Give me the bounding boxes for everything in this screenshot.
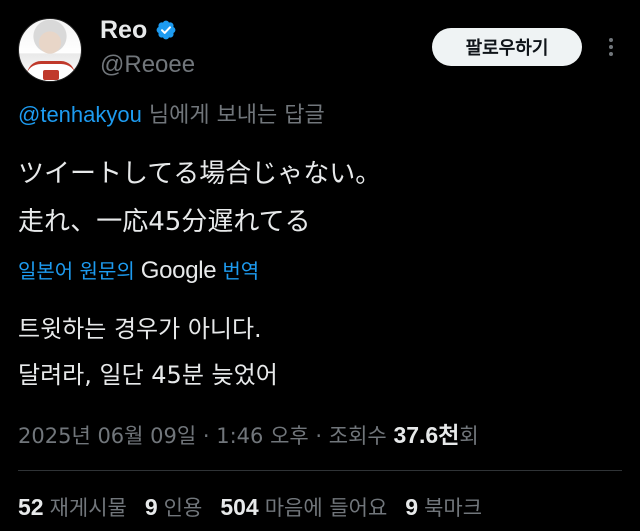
tweet-meta: 2025년 06월 09일 · 1:46 오후 · 조회수 37.6천회 (18, 420, 479, 451)
engagement-stats: 52 재게시물 9 인용 504 마음에 들어요 9 북마크 (18, 490, 482, 525)
translation-suffix: 번역 (222, 259, 260, 283)
author-handle[interactable]: @Reoee (100, 48, 195, 82)
quotes-stat[interactable]: 9 인용 (145, 490, 202, 525)
retweets-stat[interactable]: 52 재게시물 (18, 490, 127, 525)
reply-mention-link[interactable]: @tenhakyou (18, 102, 142, 127)
author-name[interactable]: Reo (100, 14, 177, 46)
reply-context: @tenhakyou 님에게 보내는 답글 (18, 100, 325, 131)
likes-count: 504 (220, 494, 259, 520)
quotes-count: 9 (144, 494, 158, 520)
translation-prefix: 일본어 원문의 (18, 259, 135, 283)
more-options-icon[interactable] (600, 32, 622, 62)
retweets-count: 52 (18, 494, 44, 520)
avatar[interactable] (18, 18, 82, 82)
likes-stat[interactable]: 504 마음에 들어요 (220, 490, 387, 525)
tweet-time[interactable]: 1:46 오후 (216, 424, 308, 448)
views-count: 37.6천 (393, 422, 460, 448)
tweet-text-line-2: 走れ、一応45分遅れてる (18, 207, 311, 237)
translated-text: 트윗하는 경우가 아니다. 달려라, 일단 45분 늦었어 (18, 306, 278, 398)
tweet-date[interactable]: 2025년 06월 09일 (18, 424, 196, 448)
meta-separator: · (202, 424, 217, 448)
meta-separator: · (315, 424, 329, 448)
bookmarks-count: 9 (405, 494, 419, 520)
author-info: Reo @Reoee (100, 14, 195, 82)
translated-text-line-2: 달려라, 일단 45분 늦었어 (18, 361, 278, 389)
quotes-label: 인용 (163, 496, 203, 520)
author-display-name[interactable]: Reo (100, 14, 147, 46)
avatar-jersey (27, 61, 75, 81)
translated-text-line-1: 트윗하는 경우가 아니다. (18, 315, 262, 343)
google-logo: Google (140, 257, 217, 284)
reply-context-label: 님에게 보내는 답글 (141, 103, 325, 128)
follow-button[interactable]: 팔로우하기 (432, 28, 582, 66)
views-unit: 회 (459, 424, 479, 448)
likes-label: 마음에 들어요 (264, 496, 388, 520)
retweets-label: 재게시물 (49, 496, 127, 520)
verified-badge-icon (156, 20, 176, 40)
tweet-header: Reo @Reoee 팔로우하기 (18, 14, 622, 84)
tweet-text: ツイートしてる場合じゃない。 走れ、一応45分遅れてる (18, 150, 381, 246)
bookmarks-stat[interactable]: 9 북마크 (405, 490, 482, 525)
translation-attribution[interactable]: 일본어 원문의 Google 번역 (18, 256, 259, 286)
views-label: 조회수 (328, 424, 387, 448)
divider (18, 470, 622, 471)
tweet-text-line-1: ツイートしてる場合じゃない。 (18, 159, 382, 189)
bookmarks-label: 북마크 (424, 496, 483, 520)
